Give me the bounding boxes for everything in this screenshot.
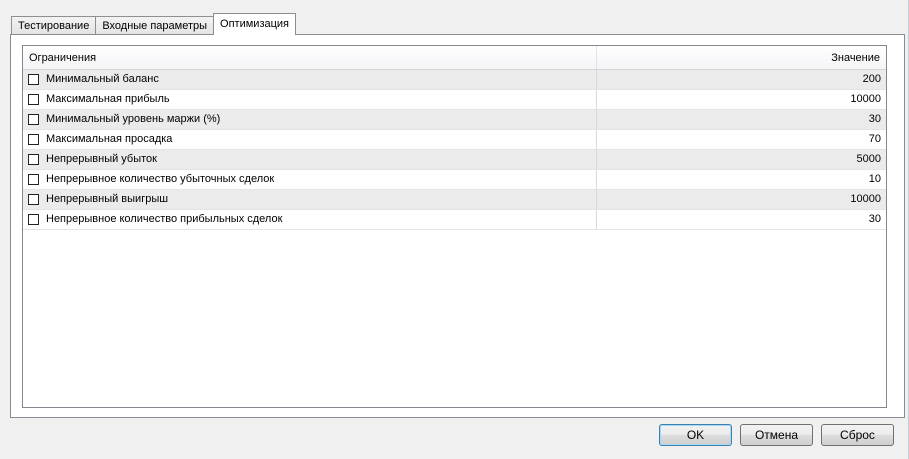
constraint-label: Непрерывный выигрыш — [46, 193, 169, 205]
constraints-grid: Ограничения Значение Минимальный баланс … — [22, 45, 887, 408]
constraint-cell: Минимальный уровень маржи (%) — [23, 110, 597, 129]
constraint-checkbox[interactable] — [28, 194, 39, 205]
constraint-cell: Максимальная просадка — [23, 130, 597, 149]
constraint-value[interactable]: 5000 — [597, 150, 886, 169]
constraint-label: Непрерывное количество убыточных сделок — [46, 173, 275, 185]
ok-button[interactable]: OK — [659, 424, 732, 446]
constraint-cell: Непрерывное количество убыточных сделок — [23, 170, 597, 189]
dialog-window: Тестирование Входные параметры Оптимизац… — [0, 0, 909, 459]
table-row[interactable]: Непрерывный выигрыш 10000 — [23, 190, 886, 210]
constraint-cell: Непрерывный выигрыш — [23, 190, 597, 209]
constraint-value[interactable]: 10000 — [597, 190, 886, 209]
constraint-value[interactable]: 70 — [597, 130, 886, 149]
constraint-checkbox[interactable] — [28, 154, 39, 165]
table-row[interactable]: Непрерывный убыток 5000 — [23, 150, 886, 170]
constraint-cell: Непрерывное количество прибыльных сделок — [23, 210, 597, 229]
constraint-value[interactable]: 30 — [597, 110, 886, 129]
table-row[interactable]: Минимальный уровень маржи (%) 30 — [23, 110, 886, 130]
grid-header: Ограничения Значение — [23, 46, 886, 70]
constraint-label: Непрерывное количество прибыльных сделок — [46, 213, 283, 225]
tab-panel: Ограничения Значение Минимальный баланс … — [10, 34, 905, 418]
constraint-cell: Максимальная прибыль — [23, 90, 597, 109]
tab-input-parameters[interactable]: Входные параметры — [95, 16, 215, 35]
constraint-value[interactable]: 10000 — [597, 90, 886, 109]
constraint-checkbox[interactable] — [28, 214, 39, 225]
tab-strip: Тестирование Входные параметры Оптимизац… — [11, 13, 297, 35]
constraint-label: Максимальная прибыль — [46, 93, 170, 105]
table-row[interactable]: Непрерывное количество убыточных сделок … — [23, 170, 886, 190]
reset-button[interactable]: Сброс — [821, 424, 894, 446]
table-row[interactable]: Минимальный баланс 200 — [23, 70, 886, 90]
constraint-cell: Непрерывный убыток — [23, 150, 597, 169]
table-row[interactable]: Максимальная прибыль 10000 — [23, 90, 886, 110]
column-header-constraints[interactable]: Ограничения — [23, 46, 597, 69]
tab-optimization[interactable]: Оптимизация — [213, 13, 297, 35]
constraint-checkbox[interactable] — [28, 114, 39, 125]
constraint-value[interactable]: 30 — [597, 210, 886, 229]
constraint-label: Непрерывный убыток — [46, 153, 157, 165]
table-row[interactable]: Непрерывное количество прибыльных сделок… — [23, 210, 886, 230]
constraint-checkbox[interactable] — [28, 134, 39, 145]
constraint-checkbox[interactable] — [28, 74, 39, 85]
column-header-value[interactable]: Значение — [597, 46, 886, 69]
constraint-checkbox[interactable] — [28, 94, 39, 105]
constraint-label: Максимальная просадка — [46, 133, 173, 145]
tab-testing[interactable]: Тестирование — [11, 16, 97, 35]
constraint-value[interactable]: 10 — [597, 170, 886, 189]
constraint-cell: Минимальный баланс — [23, 70, 597, 89]
table-row[interactable]: Максимальная просадка 70 — [23, 130, 886, 150]
constraint-value[interactable]: 200 — [597, 70, 886, 89]
constraint-label: Минимальный уровень маржи (%) — [46, 113, 221, 125]
constraint-checkbox[interactable] — [28, 174, 39, 185]
constraint-label: Минимальный баланс — [46, 73, 159, 85]
cancel-button[interactable]: Отмена — [740, 424, 813, 446]
